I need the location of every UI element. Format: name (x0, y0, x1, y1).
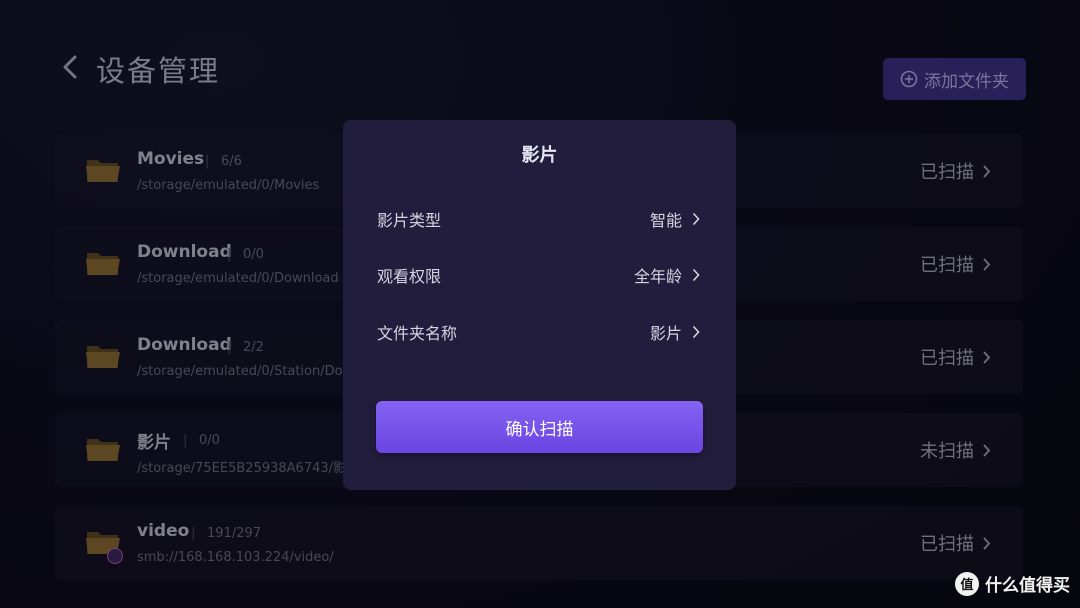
chevron-right-icon (692, 212, 700, 226)
chevron-right-icon (692, 268, 700, 282)
setting-value-text: 全年龄 (633, 267, 682, 286)
setting-movie-type[interactable]: 影片类型 智能 (377, 203, 700, 233)
watermark-logo: 值 (955, 571, 979, 596)
setting-label: 观看权限 (377, 267, 442, 286)
watermark: 值 什么值得买 (955, 571, 1070, 596)
chevron-right-icon (692, 325, 700, 339)
setting-label: 文件夹名称 (377, 324, 458, 343)
setting-value: 影片 (650, 320, 700, 344)
scan-settings-dialog: 影片 影片类型 智能 观看权限 全年龄 文件夹名称 影片 确认扫描 (343, 120, 736, 490)
setting-value: 全年龄 (634, 263, 700, 287)
setting-value-text: 影片 (649, 324, 682, 343)
confirm-scan-button[interactable]: 确认扫描 (376, 401, 703, 453)
setting-label: 影片类型 (377, 211, 442, 230)
setting-value: 智能 (650, 207, 700, 231)
setting-viewing-rating[interactable]: 观看权限 全年龄 (377, 259, 700, 289)
setting-folder-name[interactable]: 文件夹名称 影片 (377, 316, 700, 346)
watermark-text: 什么值得买 (985, 576, 1070, 596)
setting-value-text: 智能 (649, 211, 682, 230)
device-management-page: 设备管理 添加文件夹 Movies | 6/6 /storage/emulate… (0, 0, 1080, 608)
dialog-title: 影片 (521, 145, 558, 166)
